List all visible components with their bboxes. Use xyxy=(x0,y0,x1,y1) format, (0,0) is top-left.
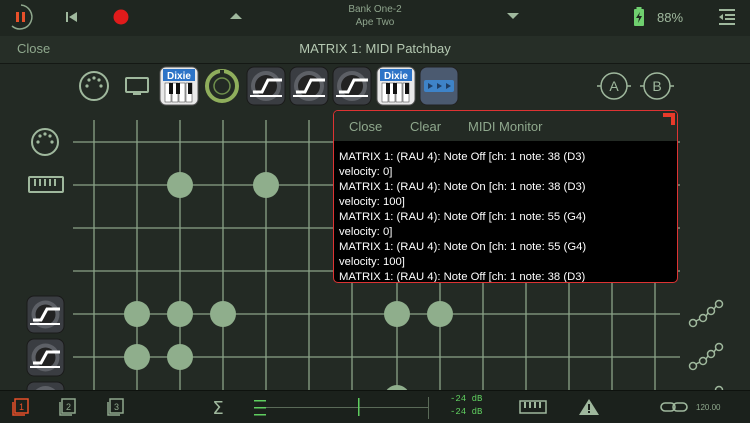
matrix-node[interactable] xyxy=(167,344,193,370)
matrix-node[interactable] xyxy=(167,301,193,327)
svg-text:2: 2 xyxy=(66,402,71,412)
dixie-plugin-icon-2[interactable]: Dixie xyxy=(376,66,416,106)
matrix-node[interactable] xyxy=(167,172,193,198)
rau-source-icon-2[interactable] xyxy=(26,338,65,377)
layout-2-icon[interactable]: 2 xyxy=(57,397,79,417)
preset-down-icon[interactable] xyxy=(505,10,521,22)
monitor-close-button[interactable]: Close xyxy=(349,119,382,134)
link-icon[interactable] xyxy=(659,400,691,414)
battery-icon xyxy=(634,7,644,26)
bottom-toolbar: 1 2 3 Σ -24 dB -24 dB 120.00 xyxy=(0,390,750,423)
log-line: MATRIX 1: (RAU 4): Note On [ch: 1 note: … xyxy=(339,241,587,253)
dixie-label: Dixie xyxy=(167,71,191,82)
module-title-bar: Close MATRIX 1: MIDI Patchbay xyxy=(0,36,750,64)
warning-icon[interactable] xyxy=(578,397,600,417)
matrix-node[interactable] xyxy=(384,301,410,327)
display-out-icon[interactable] xyxy=(125,77,149,95)
layout-1-icon[interactable]: 1 xyxy=(10,397,32,417)
keyboard-icon[interactable] xyxy=(519,399,547,415)
tempo-display[interactable]: 120.00 xyxy=(696,403,720,412)
midi-monitor-toolbar: Close Clear MIDI Monitor xyxy=(334,111,677,141)
log-line: velocity: 100] xyxy=(339,256,405,268)
port-a-label: A xyxy=(609,78,619,94)
log-line: velocity: 0] xyxy=(339,166,393,178)
log-line: MATRIX 1: (RAU 4): Note Off [ch: 1 note:… xyxy=(339,211,586,223)
log-line: MATRIX 1: (RAU 4): Note Off [ch: 1 note:… xyxy=(339,151,586,163)
layout-3-icon[interactable]: 3 xyxy=(105,397,127,417)
dixie-plugin-icon[interactable]: Dixie xyxy=(159,66,199,106)
monitor-clear-button[interactable]: Clear xyxy=(410,119,441,134)
battery-percentage: 88% xyxy=(657,10,684,25)
power-circle-icon[interactable] xyxy=(205,69,239,103)
rau-plugin-icon-2[interactable] xyxy=(289,66,329,106)
menu-collapse-icon[interactable] xyxy=(716,6,738,28)
midi-monitor-panel: Close Clear MIDI Monitor MATRIX 1: (RAU … xyxy=(333,110,678,283)
dixie-label: Dixie xyxy=(384,71,408,82)
keyboard-in-icon[interactable] xyxy=(28,176,64,193)
sigma-icon[interactable]: Σ xyxy=(209,397,227,417)
audiobus-plugin-icon[interactable] xyxy=(419,66,459,106)
matrix-node[interactable] xyxy=(253,172,279,198)
chain-routing-icon-1[interactable] xyxy=(688,299,724,328)
midi-log: MATRIX 1: (RAU 4): Note Off [ch: 1 note:… xyxy=(339,150,674,283)
svg-text:1: 1 xyxy=(19,402,24,412)
svg-text:Σ: Σ xyxy=(212,398,223,417)
log-line: MATRIX 1: (RAU 4): Note On [ch: 1 note: … xyxy=(339,181,586,193)
matrix-node[interactable] xyxy=(124,344,150,370)
meter-db-bottom: -24 dB xyxy=(450,407,483,417)
rau-plugin-icon-1[interactable] xyxy=(246,66,286,106)
meter-db-top: -24 dB xyxy=(450,394,483,404)
log-line: MATRIX 1: (RAU 4): Note Off [ch: 1 note:… xyxy=(339,271,586,283)
port-a-button[interactable]: A xyxy=(597,72,631,100)
monitor-title: MIDI Monitor xyxy=(468,119,543,134)
rau-source-icon-1[interactable] xyxy=(26,295,65,334)
matrix-node[interactable] xyxy=(124,301,150,327)
matrix-node[interactable] xyxy=(210,301,236,327)
rau-plugin-icon-3[interactable] xyxy=(332,66,372,106)
resize-corner-icon[interactable] xyxy=(659,111,677,129)
chain-routing-icon-2[interactable] xyxy=(688,342,724,371)
transport-bar: Bank One-2 Ape Two 88% xyxy=(0,0,750,37)
port-b-button[interactable]: B xyxy=(640,72,674,100)
matrix-node[interactable] xyxy=(427,301,453,327)
midi-port-in-icon[interactable] xyxy=(31,128,59,156)
log-line: velocity: 0] xyxy=(339,226,393,238)
rau-source-icon-3[interactable] xyxy=(26,381,65,390)
midi-port-out-icon[interactable] xyxy=(79,71,109,101)
page-title: MATRIX 1: MIDI Patchbay xyxy=(299,41,451,56)
port-b-label: B xyxy=(652,78,661,94)
svg-text:3: 3 xyxy=(114,402,119,412)
log-line: velocity: 100] xyxy=(339,196,405,208)
